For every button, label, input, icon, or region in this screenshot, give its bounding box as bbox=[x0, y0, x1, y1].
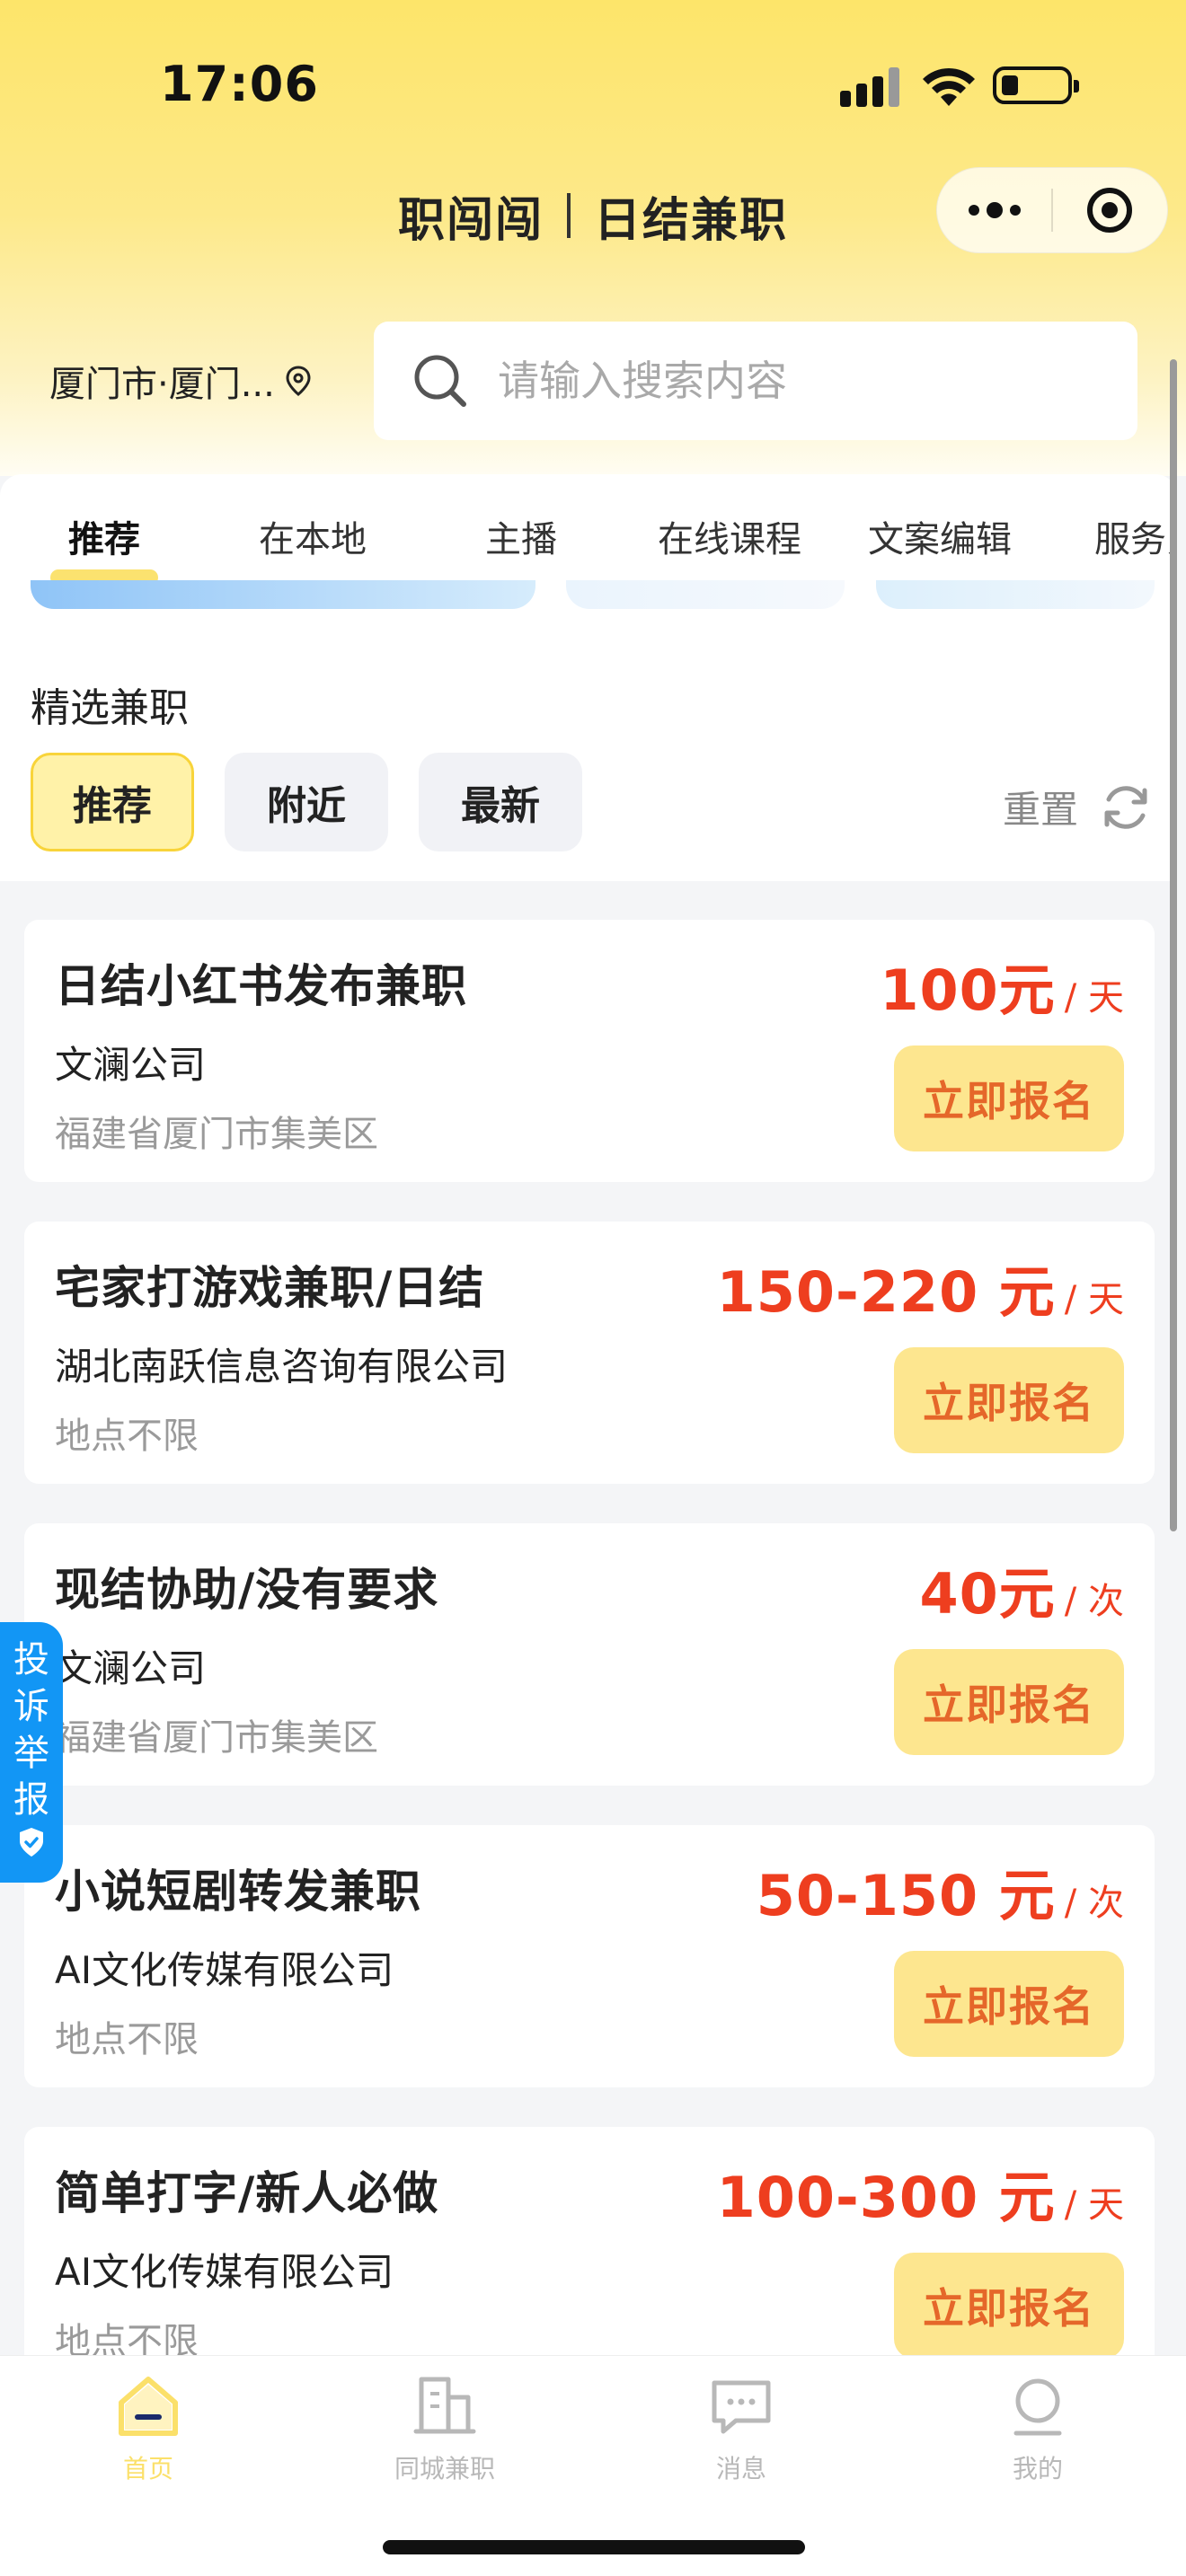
filter-recommend[interactable]: 推荐 bbox=[31, 753, 194, 851]
salary-amount: 100元 bbox=[880, 957, 1056, 1023]
search-input[interactable] bbox=[498, 357, 1109, 405]
category-tabs: 推荐 在本地 主播 在线课程 文案编辑 服务员 bbox=[0, 474, 1177, 580]
apply-button[interactable]: 立即报名 bbox=[894, 1045, 1124, 1151]
salary-amount: 40元 bbox=[919, 1561, 1056, 1627]
message-icon bbox=[712, 2380, 771, 2434]
job-salary: 40元 / 次 bbox=[920, 1548, 1124, 1629]
nav-local-jobs[interactable]: 同城兼职 bbox=[296, 2370, 593, 2485]
tab-copy-editing[interactable]: 文案编辑 bbox=[868, 510, 1012, 562]
apply-button[interactable]: 立即报名 bbox=[894, 2253, 1124, 2359]
status-time: 17:06 bbox=[160, 56, 319, 112]
job-company: AI文化传媒有限公司 bbox=[55, 2250, 394, 2294]
location-text: 厦门市·厦门... bbox=[49, 364, 275, 405]
nav-local-jobs-label: 同城兼职 bbox=[394, 2454, 495, 2483]
tab-recommend[interactable]: 推荐 bbox=[68, 510, 140, 562]
job-salary: 50-150 元 / 次 bbox=[757, 1850, 1124, 1931]
reset-label: 重置 bbox=[1003, 788, 1079, 832]
location-pin-icon bbox=[286, 366, 311, 396]
job-location: 福建省厦门市集美区 bbox=[55, 1717, 378, 1759]
job-location: 地点不限 bbox=[55, 1416, 199, 1457]
job-company: 文澜公司 bbox=[55, 1043, 207, 1087]
banner-card[interactable] bbox=[31, 580, 535, 609]
mini-program-capsule bbox=[936, 167, 1168, 253]
section-title: 精选兼职 bbox=[31, 685, 189, 731]
complaint-char: 投 bbox=[13, 1639, 49, 1681]
close-target-icon[interactable] bbox=[1053, 188, 1167, 233]
job-title: 宅家打游戏兼职/日结 bbox=[55, 1262, 485, 1314]
salary-amount: 50-150 元 bbox=[756, 1863, 1056, 1928]
salary-amount: 100-300 元 bbox=[716, 2165, 1056, 2230]
page-subtitle: 日结兼职 bbox=[594, 193, 789, 248]
nav-home-label: 首页 bbox=[122, 2454, 173, 2483]
battery-icon bbox=[993, 66, 1079, 104]
user-icon bbox=[1013, 2378, 1062, 2436]
salary-amount: 150-220 元 bbox=[716, 1259, 1056, 1325]
apply-button[interactable]: 立即报名 bbox=[894, 1951, 1124, 2057]
job-company: 湖北南跃信息咨询有限公司 bbox=[55, 1345, 509, 1389]
job-salary: 100-300 元 / 天 bbox=[717, 2152, 1124, 2233]
apply-button[interactable]: 立即报名 bbox=[894, 1649, 1124, 1755]
filter-nearby[interactable]: 附近 bbox=[225, 753, 388, 851]
job-card[interactable]: 小说短剧转发兼职 50-150 元 / 次 AI文化传媒有限公司 地点不限 立即… bbox=[24, 1825, 1155, 2087]
job-card[interactable]: 现结协助/没有要求 40元 / 次 文澜公司 福建省厦门市集美区 立即报名 bbox=[24, 1523, 1155, 1786]
job-card[interactable]: 日结小红书发布兼职 100元 / 天 文澜公司 福建省厦门市集美区 立即报名 bbox=[24, 920, 1155, 1182]
home-icon bbox=[119, 2377, 178, 2436]
job-company: 文澜公司 bbox=[55, 1646, 207, 1690]
job-company: AI文化传媒有限公司 bbox=[55, 1948, 394, 1992]
job-title: 日结小红书发布兼职 bbox=[55, 960, 467, 1012]
refresh-icon bbox=[1104, 785, 1147, 829]
filter-latest[interactable]: 最新 bbox=[419, 753, 582, 851]
tab-local[interactable]: 在本地 bbox=[259, 510, 367, 562]
job-title: 小说短剧转发兼职 bbox=[55, 1866, 421, 1918]
scrollbar[interactable] bbox=[1170, 359, 1177, 1531]
complaint-char: 举 bbox=[13, 1733, 49, 1774]
reset-button[interactable]: 重置 bbox=[1003, 780, 1152, 834]
apply-button[interactable]: 立即报名 bbox=[894, 1347, 1124, 1453]
salary-unit: / 次 bbox=[1064, 1581, 1124, 1622]
salary-unit: / 次 bbox=[1064, 1883, 1124, 1924]
complaint-char: 报 bbox=[13, 1779, 49, 1821]
wifi-icon bbox=[923, 67, 975, 106]
job-salary: 150-220 元 / 天 bbox=[717, 1247, 1124, 1328]
tab-active-indicator bbox=[50, 569, 158, 580]
nav-messages-label: 消息 bbox=[715, 2454, 766, 2483]
shield-check-icon bbox=[20, 1828, 43, 1857]
job-title: 简单打字/新人必做 bbox=[55, 2167, 439, 2219]
job-location: 福建省厦门市集美区 bbox=[55, 1114, 378, 1155]
nav-profile[interactable]: 我的 bbox=[890, 2370, 1186, 2485]
more-icon[interactable] bbox=[937, 202, 1051, 218]
salary-unit: / 天 bbox=[1064, 1279, 1124, 1320]
job-card[interactable]: 简单打字/新人必做 100-300 元 / 天 AI文化传媒有限公司 地点不限 … bbox=[24, 2127, 1155, 2389]
status-bar: 17:06 bbox=[0, 0, 1186, 171]
search-bar[interactable] bbox=[374, 322, 1137, 440]
brand-name: 职闯闯 bbox=[397, 193, 544, 248]
tab-waiter[interactable]: 服务员 bbox=[1094, 510, 1177, 562]
nav-messages[interactable]: 消息 bbox=[593, 2370, 890, 2485]
nav-home[interactable]: 首页 bbox=[0, 2370, 296, 2485]
complaint-char: 诉 bbox=[13, 1686, 49, 1727]
job-salary: 100元 / 天 bbox=[880, 945, 1124, 1026]
job-card[interactable]: 宅家打游戏兼职/日结 150-220 元 / 天 湖北南跃信息咨询有限公司 地点… bbox=[24, 1222, 1155, 1484]
tab-online-course[interactable]: 在线课程 bbox=[658, 510, 801, 562]
nav-profile-label: 我的 bbox=[1012, 2454, 1063, 2483]
search-icon bbox=[414, 355, 466, 407]
building-icon bbox=[413, 2377, 476, 2434]
salary-unit: / 天 bbox=[1064, 2184, 1124, 2226]
banner-card[interactable] bbox=[566, 580, 845, 609]
complaint-report-button[interactable]: 投 诉 举 报 bbox=[0, 1622, 63, 1883]
job-title: 现结协助/没有要求 bbox=[55, 1564, 439, 1616]
home-indicator bbox=[383, 2540, 805, 2554]
banner-card[interactable] bbox=[876, 580, 1155, 609]
tab-streamer[interactable]: 主播 bbox=[485, 510, 557, 562]
salary-unit: / 天 bbox=[1064, 977, 1124, 1019]
title-divider bbox=[567, 193, 571, 238]
signal-icon bbox=[840, 67, 899, 107]
location-selector[interactable]: 厦门市·厦门... bbox=[49, 355, 311, 407]
job-location: 地点不限 bbox=[55, 2019, 199, 2060]
